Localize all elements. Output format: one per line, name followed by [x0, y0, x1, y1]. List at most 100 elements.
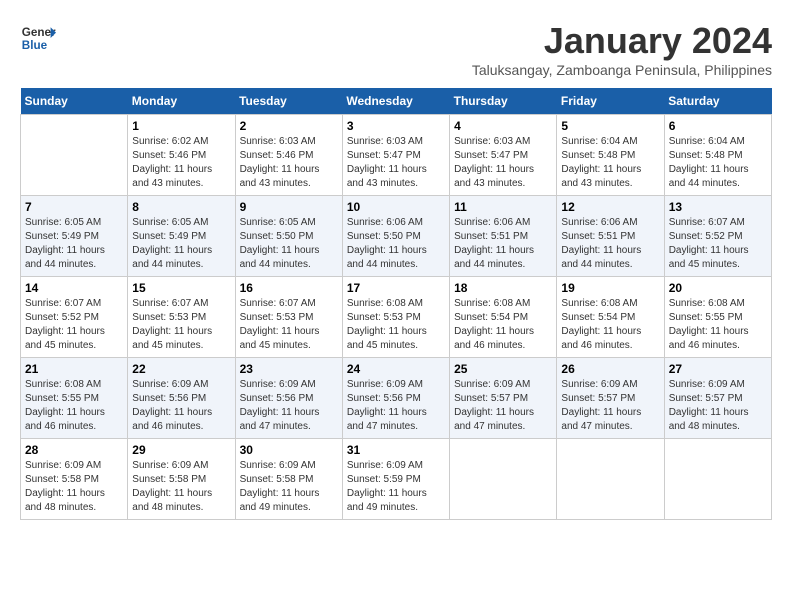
day-info: Sunrise: 6:08 AMSunset: 5:54 PMDaylight:…	[561, 297, 659, 353]
day-info: Sunrise: 6:08 AMSunset: 5:55 PMDaylight:…	[669, 297, 767, 353]
day-number: 9	[240, 200, 338, 214]
calendar-cell: 30 Sunrise: 6:09 AMSunset: 5:58 PMDaylig…	[235, 439, 342, 520]
calendar-cell: 18 Sunrise: 6:08 AMSunset: 5:54 PMDaylig…	[450, 277, 557, 358]
calendar-cell: 15 Sunrise: 6:07 AMSunset: 5:53 PMDaylig…	[128, 277, 235, 358]
calendar-cell: 19 Sunrise: 6:08 AMSunset: 5:54 PMDaylig…	[557, 277, 664, 358]
calendar-row-3: 14 Sunrise: 6:07 AMSunset: 5:52 PMDaylig…	[21, 277, 772, 358]
day-number: 3	[347, 119, 445, 133]
day-number: 14	[25, 281, 123, 295]
calendar-cell	[450, 439, 557, 520]
month-title: January 2024	[472, 20, 772, 62]
calendar-row-2: 7 Sunrise: 6:05 AMSunset: 5:49 PMDayligh…	[21, 196, 772, 277]
calendar-cell: 14 Sunrise: 6:07 AMSunset: 5:52 PMDaylig…	[21, 277, 128, 358]
day-number: 4	[454, 119, 552, 133]
calendar-cell: 22 Sunrise: 6:09 AMSunset: 5:56 PMDaylig…	[128, 358, 235, 439]
calendar-cell: 6 Sunrise: 6:04 AMSunset: 5:48 PMDayligh…	[664, 115, 771, 196]
calendar-cell: 20 Sunrise: 6:08 AMSunset: 5:55 PMDaylig…	[664, 277, 771, 358]
col-tuesday: Tuesday	[235, 88, 342, 115]
day-number: 22	[132, 362, 230, 376]
calendar-cell: 7 Sunrise: 6:05 AMSunset: 5:49 PMDayligh…	[21, 196, 128, 277]
day-info: Sunrise: 6:08 AMSunset: 5:54 PMDaylight:…	[454, 297, 552, 353]
day-number: 27	[669, 362, 767, 376]
calendar-row-4: 21 Sunrise: 6:08 AMSunset: 5:55 PMDaylig…	[21, 358, 772, 439]
calendar-cell: 12 Sunrise: 6:06 AMSunset: 5:51 PMDaylig…	[557, 196, 664, 277]
day-info: Sunrise: 6:09 AMSunset: 5:56 PMDaylight:…	[132, 378, 230, 434]
day-number: 30	[240, 443, 338, 457]
calendar-cell: 21 Sunrise: 6:08 AMSunset: 5:55 PMDaylig…	[21, 358, 128, 439]
day-info: Sunrise: 6:09 AMSunset: 5:56 PMDaylight:…	[240, 378, 338, 434]
calendar-cell: 13 Sunrise: 6:07 AMSunset: 5:52 PMDaylig…	[664, 196, 771, 277]
title-section: January 2024 Taluksangay, Zamboanga Peni…	[472, 20, 772, 78]
header-row: Sunday Monday Tuesday Wednesday Thursday…	[21, 88, 772, 115]
day-number: 25	[454, 362, 552, 376]
calendar-cell: 2 Sunrise: 6:03 AMSunset: 5:46 PMDayligh…	[235, 115, 342, 196]
day-number: 7	[25, 200, 123, 214]
day-number: 28	[25, 443, 123, 457]
day-number: 10	[347, 200, 445, 214]
day-info: Sunrise: 6:09 AMSunset: 5:58 PMDaylight:…	[132, 459, 230, 515]
day-info: Sunrise: 6:03 AMSunset: 5:46 PMDaylight:…	[240, 135, 338, 191]
calendar-cell: 5 Sunrise: 6:04 AMSunset: 5:48 PMDayligh…	[557, 115, 664, 196]
calendar-cell: 16 Sunrise: 6:07 AMSunset: 5:53 PMDaylig…	[235, 277, 342, 358]
day-info: Sunrise: 6:06 AMSunset: 5:51 PMDaylight:…	[561, 216, 659, 272]
day-info: Sunrise: 6:09 AMSunset: 5:58 PMDaylight:…	[25, 459, 123, 515]
calendar-cell: 31 Sunrise: 6:09 AMSunset: 5:59 PMDaylig…	[342, 439, 449, 520]
day-info: Sunrise: 6:09 AMSunset: 5:57 PMDaylight:…	[669, 378, 767, 434]
day-number: 16	[240, 281, 338, 295]
day-number: 23	[240, 362, 338, 376]
col-saturday: Saturday	[664, 88, 771, 115]
day-info: Sunrise: 6:08 AMSunset: 5:53 PMDaylight:…	[347, 297, 445, 353]
day-number: 2	[240, 119, 338, 133]
day-info: Sunrise: 6:06 AMSunset: 5:51 PMDaylight:…	[454, 216, 552, 272]
col-sunday: Sunday	[21, 88, 128, 115]
calendar-cell: 1 Sunrise: 6:02 AMSunset: 5:46 PMDayligh…	[128, 115, 235, 196]
day-info: Sunrise: 6:05 AMSunset: 5:49 PMDaylight:…	[132, 216, 230, 272]
calendar-cell: 4 Sunrise: 6:03 AMSunset: 5:47 PMDayligh…	[450, 115, 557, 196]
day-info: Sunrise: 6:07 AMSunset: 5:53 PMDaylight:…	[132, 297, 230, 353]
day-number: 17	[347, 281, 445, 295]
location-title: Taluksangay, Zamboanga Peninsula, Philip…	[472, 62, 772, 78]
calendar-cell	[557, 439, 664, 520]
calendar-row-5: 28 Sunrise: 6:09 AMSunset: 5:58 PMDaylig…	[21, 439, 772, 520]
svg-text:Blue: Blue	[22, 39, 48, 52]
day-info: Sunrise: 6:07 AMSunset: 5:52 PMDaylight:…	[25, 297, 123, 353]
col-monday: Monday	[128, 88, 235, 115]
day-number: 8	[132, 200, 230, 214]
day-number: 21	[25, 362, 123, 376]
day-number: 15	[132, 281, 230, 295]
day-number: 26	[561, 362, 659, 376]
day-info: Sunrise: 6:03 AMSunset: 5:47 PMDaylight:…	[347, 135, 445, 191]
calendar-cell	[21, 115, 128, 196]
day-number: 11	[454, 200, 552, 214]
calendar-cell: 10 Sunrise: 6:06 AMSunset: 5:50 PMDaylig…	[342, 196, 449, 277]
day-number: 13	[669, 200, 767, 214]
day-number: 24	[347, 362, 445, 376]
calendar-cell: 3 Sunrise: 6:03 AMSunset: 5:47 PMDayligh…	[342, 115, 449, 196]
col-friday: Friday	[557, 88, 664, 115]
day-info: Sunrise: 6:09 AMSunset: 5:57 PMDaylight:…	[454, 378, 552, 434]
day-info: Sunrise: 6:03 AMSunset: 5:47 PMDaylight:…	[454, 135, 552, 191]
col-wednesday: Wednesday	[342, 88, 449, 115]
calendar-cell: 9 Sunrise: 6:05 AMSunset: 5:50 PMDayligh…	[235, 196, 342, 277]
day-info: Sunrise: 6:04 AMSunset: 5:48 PMDaylight:…	[561, 135, 659, 191]
day-info: Sunrise: 6:06 AMSunset: 5:50 PMDaylight:…	[347, 216, 445, 272]
day-number: 1	[132, 119, 230, 133]
logo-icon: General Blue	[20, 20, 56, 56]
calendar-cell	[664, 439, 771, 520]
day-number: 31	[347, 443, 445, 457]
day-info: Sunrise: 6:05 AMSunset: 5:49 PMDaylight:…	[25, 216, 123, 272]
calendar-cell: 11 Sunrise: 6:06 AMSunset: 5:51 PMDaylig…	[450, 196, 557, 277]
calendar-cell: 24 Sunrise: 6:09 AMSunset: 5:56 PMDaylig…	[342, 358, 449, 439]
day-number: 12	[561, 200, 659, 214]
logo: General Blue	[20, 20, 56, 56]
day-number: 18	[454, 281, 552, 295]
day-info: Sunrise: 6:04 AMSunset: 5:48 PMDaylight:…	[669, 135, 767, 191]
calendar-cell: 27 Sunrise: 6:09 AMSunset: 5:57 PMDaylig…	[664, 358, 771, 439]
day-info: Sunrise: 6:09 AMSunset: 5:58 PMDaylight:…	[240, 459, 338, 515]
day-info: Sunrise: 6:07 AMSunset: 5:52 PMDaylight:…	[669, 216, 767, 272]
day-number: 6	[669, 119, 767, 133]
page-header: General Blue January 2024 Taluksangay, Z…	[20, 20, 772, 78]
calendar-cell: 28 Sunrise: 6:09 AMSunset: 5:58 PMDaylig…	[21, 439, 128, 520]
calendar-cell: 29 Sunrise: 6:09 AMSunset: 5:58 PMDaylig…	[128, 439, 235, 520]
calendar-cell: 23 Sunrise: 6:09 AMSunset: 5:56 PMDaylig…	[235, 358, 342, 439]
